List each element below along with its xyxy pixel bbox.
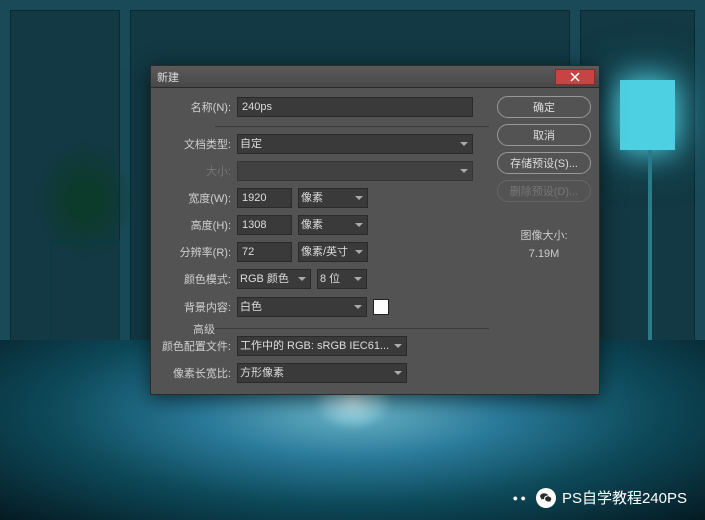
watermark-footer: ● ● PS自学教程240PS [513,487,687,508]
watermark-text: PS自学教程240PS [562,487,687,508]
name-label: 名称(N): [159,99,237,115]
bg-content-select[interactable]: 白色 [237,297,367,317]
width-input[interactable] [237,188,292,208]
width-label: 宽度(W): [159,190,237,206]
color-profile-label: 颜色配置文件: [159,338,237,354]
delete-preset-button: 删除预设(D)... [497,180,591,202]
resolution-label: 分辨率(R): [159,244,237,260]
resolution-unit-select[interactable]: 像素/英寸 [298,242,368,262]
wechat-icon [536,488,556,508]
bg-content-label: 背景内容: [159,299,237,315]
close-icon [570,72,580,82]
pixel-ratio-label: 像素长宽比: [159,365,237,381]
image-size-label: 图像大小: [497,228,591,246]
size-label: 大小: [159,163,237,179]
bit-depth-select[interactable]: 8 位 [317,269,367,289]
color-profile-select[interactable]: 工作中的 RGB: sRGB IEC61... [237,336,407,356]
ok-button[interactable]: 确定 [497,96,591,118]
dots-icon: ● ● [513,493,526,503]
bg-color-swatch[interactable] [373,299,389,315]
resolution-input[interactable] [237,242,292,262]
color-mode-select[interactable]: RGB 颜色 [237,269,311,289]
pixel-ratio-select[interactable]: 方形像素 [237,363,407,383]
color-mode-label: 颜色模式: [159,271,237,287]
floor-lamp [620,80,680,360]
height-input[interactable] [237,215,292,235]
doc-type-select[interactable]: 自定 [237,134,473,154]
doc-type-label: 文档类型: [159,136,237,152]
width-unit-select[interactable]: 像素 [298,188,368,208]
height-unit-select[interactable]: 像素 [298,215,368,235]
cancel-button[interactable]: 取消 [497,124,591,146]
save-preset-button[interactable]: 存储预设(S)... [497,152,591,174]
size-select [237,161,473,181]
new-document-dialog: 新建 名称(N): 文档类型: 自定 大小: 宽度(W): [150,65,600,395]
close-button[interactable] [555,69,595,85]
dialog-titlebar[interactable]: 新建 [151,66,599,88]
dialog-title: 新建 [155,69,555,85]
image-size-info: 图像大小: 7.19M [497,228,591,263]
advanced-section-label: 高级 [189,321,219,337]
image-size-value: 7.19M [497,246,591,264]
name-input[interactable] [237,97,473,117]
height-label: 高度(H): [159,217,237,233]
